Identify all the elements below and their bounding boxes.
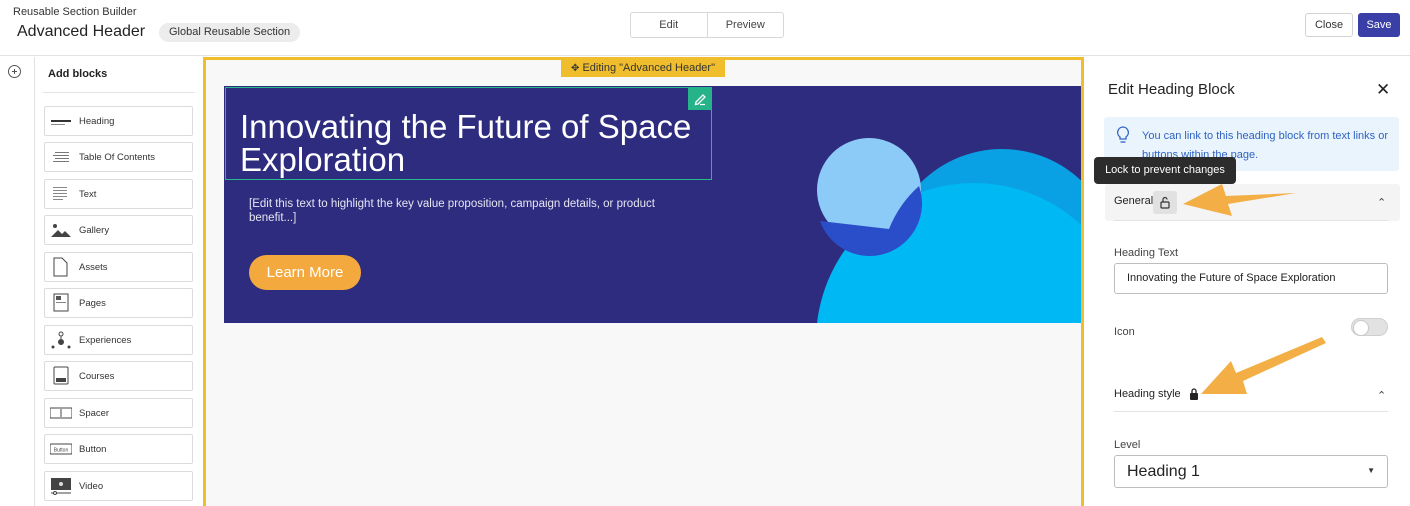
- heading-icon: [51, 120, 71, 125]
- block-label: Spacer: [79, 408, 110, 419]
- block-gallery[interactable]: Gallery: [44, 215, 193, 245]
- tab-edit[interactable]: Edit: [631, 13, 707, 37]
- text-icon: [53, 187, 67, 200]
- gallery-icon: [51, 224, 71, 237]
- block-label: Assets: [79, 262, 108, 273]
- table-of-contents-icon: [53, 152, 69, 162]
- heading-style-label: Heading style: [1114, 388, 1181, 400]
- video-icon: [51, 478, 71, 495]
- block-spacer[interactable]: Spacer: [44, 398, 193, 428]
- button-icon: Button: [50, 443, 72, 455]
- block-label: Button: [79, 444, 107, 455]
- chevron-up-icon[interactable]: ⌃: [1377, 196, 1386, 209]
- lock-icon[interactable]: [1188, 387, 1200, 401]
- move-icon: ✥: [570, 63, 580, 74]
- editing-tag-label: Editing "Advanced Header": [582, 62, 715, 74]
- lock-tooltip: Lock to prevent changes: [1094, 157, 1236, 184]
- block-experiences[interactable]: Experiences: [44, 325, 193, 355]
- block-table-of-contents[interactable]: Table Of Contents: [44, 142, 193, 172]
- unlock-icon[interactable]: [1153, 191, 1177, 214]
- block-text[interactable]: Text: [44, 179, 193, 209]
- add-circle-icon[interactable]: [8, 65, 21, 78]
- spacer-icon: [50, 407, 72, 419]
- courses-icon: [53, 366, 69, 385]
- hero-heading[interactable]: Innovating the Future of Space Explorati…: [240, 110, 700, 176]
- lightbulb-icon: [1117, 126, 1129, 143]
- hero-text[interactable]: [Edit this text to highlight the key val…: [249, 197, 669, 225]
- general-label: General: [1114, 195, 1154, 207]
- close-icon[interactable]: ✕: [1376, 80, 1390, 100]
- block-video[interactable]: Video: [44, 471, 193, 501]
- block-assets[interactable]: Assets: [44, 252, 193, 282]
- app-subtitle: Reusable Section Builder: [13, 6, 137, 18]
- global-section-badge: Global Reusable Section: [159, 23, 301, 42]
- block-label: Courses: [79, 371, 115, 382]
- block-button[interactable]: Button Button: [44, 434, 193, 464]
- level-label: Level: [1114, 439, 1141, 451]
- close-button[interactable]: Close: [1305, 13, 1353, 37]
- left-rail: [0, 57, 35, 506]
- block-label: Experiences: [79, 335, 132, 346]
- experiences-icon: [51, 331, 71, 349]
- block-label: Table Of Contents: [79, 152, 156, 163]
- block-label: Text: [79, 189, 97, 200]
- top-bar: Reusable Section Builder Advanced Header…: [0, 0, 1410, 56]
- assets-icon: [53, 257, 68, 277]
- divider: [1114, 411, 1388, 412]
- learn-more-button[interactable]: Learn More: [249, 255, 361, 290]
- save-button[interactable]: Save: [1358, 13, 1400, 37]
- button-icon-text: Button: [54, 448, 69, 454]
- block-label: Video: [79, 481, 104, 492]
- page-title: Advanced Header: [17, 23, 146, 40]
- icon-toggle[interactable]: [1351, 318, 1388, 336]
- edit-panel-title: Edit Heading Block: [1108, 81, 1235, 98]
- level-select-value: Heading 1: [1127, 463, 1200, 480]
- tab-preview[interactable]: Preview: [706, 13, 784, 37]
- level-select[interactable]: Heading 1 ▼: [1114, 455, 1388, 488]
- heading-text-input[interactable]: Innovating the Future of Space Explorati…: [1114, 263, 1388, 294]
- block-courses[interactable]: Courses: [44, 361, 193, 391]
- block-heading[interactable]: Heading: [44, 106, 193, 136]
- add-blocks-title: Add blocks: [48, 68, 108, 80]
- divider: [43, 92, 195, 93]
- block-pages[interactable]: Pages: [44, 288, 193, 318]
- block-label: Pages: [79, 298, 106, 309]
- block-label: Heading: [79, 116, 115, 127]
- pages-icon: [53, 293, 69, 312]
- edit-pencil-icon[interactable]: [688, 87, 712, 110]
- divider: [1114, 220, 1388, 221]
- block-label: Gallery: [79, 225, 110, 236]
- chevron-up-icon[interactable]: ⌃: [1377, 389, 1386, 402]
- caret-down-icon: ▼: [1367, 466, 1375, 475]
- heading-text-label: Heading Text: [1114, 247, 1179, 259]
- mode-switcher: Edit Preview: [630, 12, 784, 38]
- icon-label: Icon: [1114, 326, 1135, 338]
- add-blocks-panel: Add blocks Heading Table Of Contents Tex…: [35, 57, 203, 506]
- editing-tag: ✥ Editing "Advanced Header": [561, 59, 725, 77]
